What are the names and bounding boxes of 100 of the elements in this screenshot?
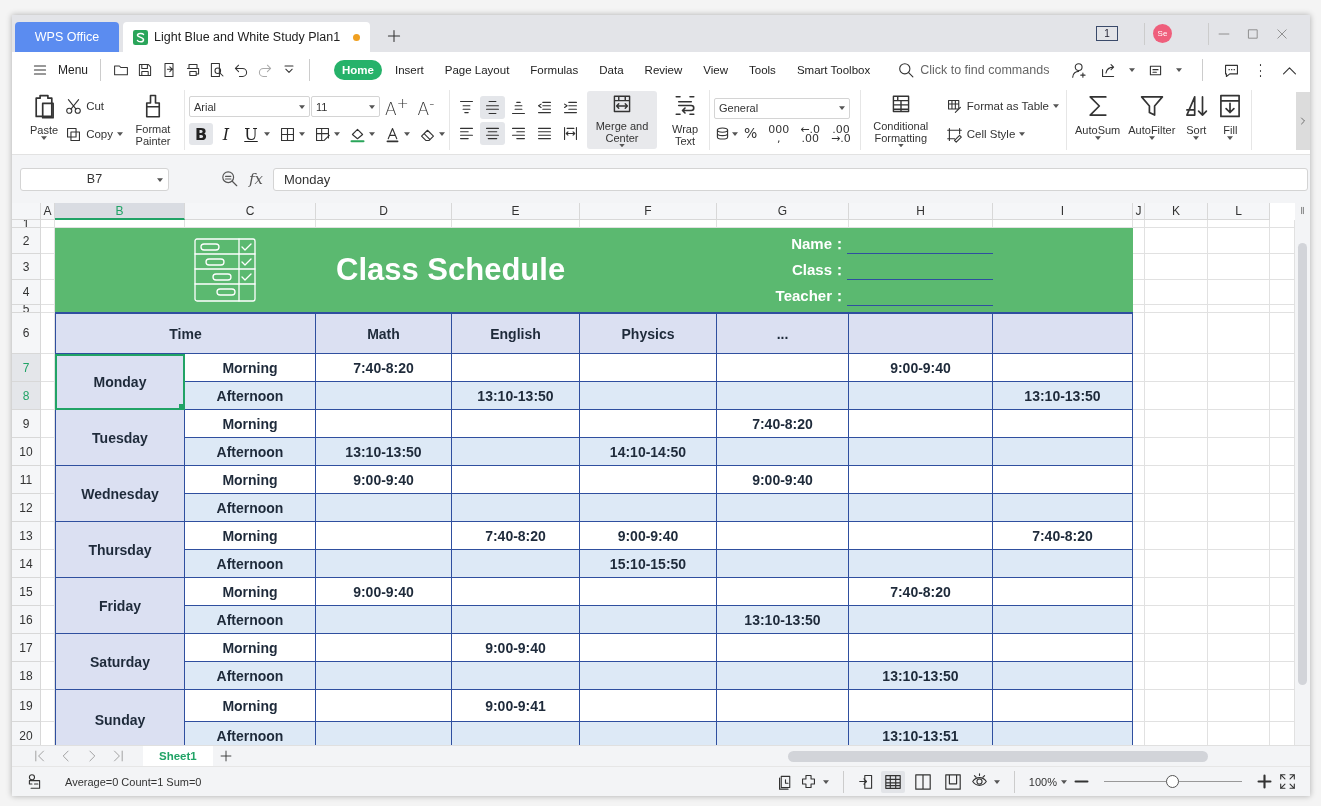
status-summary: Average=0 Count=1 Sum=0: [65, 775, 202, 788]
table-cell: 13:10-13:50: [993, 382, 1133, 410]
ribbon-tab[interactable]: Review: [636, 60, 691, 80]
day-cell[interactable]: Friday: [55, 578, 185, 634]
font-field[interactable]: Arial: [189, 96, 310, 117]
ribbon-tab[interactable]: Page Layout: [436, 60, 518, 80]
column-header[interactable]: G: [717, 203, 849, 220]
table-cell: 7:40-8:20: [993, 522, 1133, 550]
row-header[interactable]: 2: [12, 228, 41, 254]
period-cell: Afternoon: [185, 606, 316, 634]
number-format-field[interactable]: General: [714, 97, 850, 119]
paste-button[interactable]: Paste: [26, 91, 63, 149]
merge-and-center-button[interactable]: Merge and Center: [587, 91, 657, 149]
menu-button[interactable]: Menu: [24, 62, 93, 78]
row-header[interactable]: 9: [12, 410, 41, 438]
sort-button[interactable]: Sort: [1179, 91, 1214, 149]
period-cell: Morning: [185, 578, 316, 606]
day-cell[interactable]: Thursday: [55, 522, 185, 578]
column-header[interactable]: D: [316, 203, 452, 220]
document-tab[interactable]: Light Blue and White Study Plan1: [123, 22, 370, 52]
period-cell: Afternoon: [185, 382, 316, 410]
field-label: Teacher：: [775, 286, 847, 306]
underline-button[interactable]: U: [239, 123, 263, 146]
column-header[interactable]: F: [580, 203, 717, 220]
column-header[interactable]: L: [1208, 203, 1270, 220]
row-header[interactable]: 14: [12, 550, 41, 578]
period-cell: Morning: [185, 466, 316, 494]
cell-style-button[interactable]: Cell Style: [942, 123, 1062, 145]
increase-decimal-button[interactable]: ←.0 .00: [795, 124, 826, 143]
column-header[interactable]: K: [1145, 203, 1208, 220]
day-cell[interactable]: Monday: [55, 354, 185, 410]
formula-field[interactable]: Monday: [273, 167, 1308, 191]
window-count-button[interactable]: 1: [1096, 26, 1118, 41]
wrap-text-button[interactable]: Wrap Text: [665, 91, 705, 149]
row-header[interactable]: 3: [12, 254, 41, 280]
period-cell: Morning: [185, 354, 316, 382]
table-header-cell: Math: [316, 313, 452, 354]
period-cell: Afternoon: [185, 494, 316, 522]
column-header[interactable]: C: [185, 203, 316, 220]
autofilter-button[interactable]: AutoFilter: [1124, 91, 1180, 149]
ribbon-tab[interactable]: Formulas: [522, 60, 587, 80]
row-header[interactable]: 4: [12, 280, 41, 305]
row-header[interactable]: 11: [12, 466, 41, 494]
cut-button[interactable]: Cut: [62, 95, 126, 117]
row-header[interactable]: 17: [12, 634, 41, 662]
table-cell: 13:10-13:50: [717, 606, 849, 634]
conditional-formatting-button[interactable]: Conditional Formatting: [864, 91, 937, 149]
period-cell: Afternoon: [185, 662, 316, 690]
column-header[interactable]: J: [1133, 203, 1145, 220]
table-cell: 9:00-9:40: [849, 354, 993, 382]
column-header[interactable]: A: [41, 203, 55, 220]
table-cell: 14:10-14:50: [580, 438, 717, 466]
table-cell: 15:10-15:50: [580, 550, 717, 578]
format-as-table-button[interactable]: Format as Table: [942, 95, 1062, 117]
table-cell: 13:10-13:51: [849, 722, 993, 745]
table-header-cell: English: [452, 313, 580, 354]
column-header[interactable]: H: [849, 203, 993, 220]
day-cell[interactable]: Tuesday: [55, 410, 185, 466]
format-painter-button[interactable]: Format Painter: [126, 91, 180, 149]
day-cell[interactable]: Sunday: [55, 690, 185, 745]
autosum-button[interactable]: AutoSum: [1071, 91, 1125, 149]
function-button[interactable]: fx: [249, 170, 263, 188]
table-cell: 7:40-8:20: [452, 522, 580, 550]
decrease-decimal-button[interactable]: .00 →.0: [826, 124, 856, 143]
ribbon-tab[interactable]: Insert: [387, 60, 432, 80]
bold-button[interactable]: B: [189, 123, 213, 146]
row-header[interactable]: 20: [12, 722, 41, 745]
row-header[interactable]: 18: [12, 662, 41, 690]
row-header[interactable]: 16: [12, 606, 41, 634]
row-header[interactable]: 12: [12, 494, 41, 522]
copy-button[interactable]: Copy: [62, 123, 126, 145]
shrink-font-button[interactable]: A$^{-}$: [413, 94, 439, 119]
table-cell: 13:10-13:50: [316, 438, 452, 466]
day-cell[interactable]: Saturday: [55, 634, 185, 690]
column-header[interactable]: I: [993, 203, 1133, 220]
fill-button[interactable]: Fill: [1213, 91, 1248, 149]
row-header[interactable]: 13: [12, 522, 41, 550]
grow-font-button[interactable]: A$^{+}$: [381, 94, 413, 119]
ribbon-tab[interactable]: Smart Toolbox: [788, 60, 879, 80]
column-header[interactable]: E: [452, 203, 580, 220]
table-cell: 9:00-9:40: [717, 466, 849, 494]
ribbon-tab[interactable]: Data: [591, 60, 632, 80]
row-header[interactable]: 1: [12, 220, 41, 228]
day-cell[interactable]: Wednesday: [55, 466, 185, 522]
row-header[interactable]: 10: [12, 438, 41, 466]
percent-button[interactable]: %: [739, 129, 763, 138]
zoom-dropdown[interactable]: 100%: [1028, 775, 1067, 788]
row-header[interactable]: 6: [12, 313, 41, 354]
period-cell: Morning: [185, 634, 316, 662]
period-cell: Afternoon: [185, 722, 316, 745]
period-cell: Morning: [185, 410, 316, 438]
italic-button[interactable]: I: [214, 123, 238, 146]
thousands-button[interactable]: 000 ,: [763, 124, 795, 143]
row-header[interactable]: 19: [12, 690, 41, 722]
ribbon-tab[interactable]: View: [695, 60, 736, 80]
font-size-field[interactable]: 11: [311, 96, 380, 117]
ribbon-tab[interactable]: Tools: [741, 60, 784, 80]
table-cell: 9:00-9:40: [316, 466, 452, 494]
name-box[interactable]: B7: [20, 167, 169, 191]
row-header[interactable]: 15: [12, 578, 41, 606]
